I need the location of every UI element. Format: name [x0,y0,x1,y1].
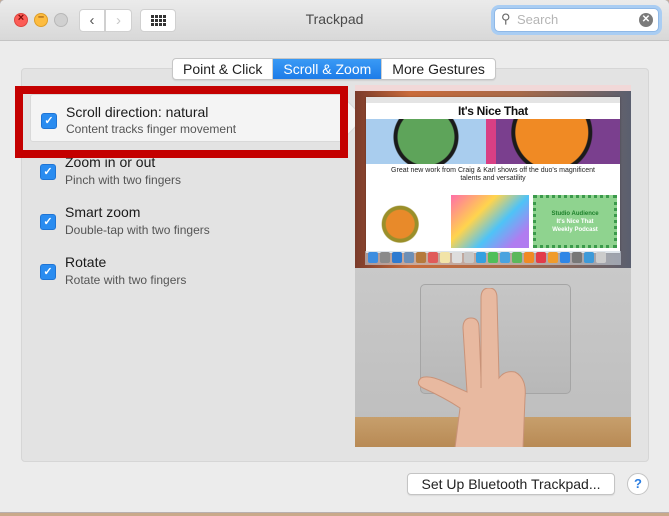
search-input[interactable] [517,11,627,28]
preview-thumb-podcast: Studio Audience It's Nice That Weekly Po… [533,195,617,248]
tab-bar: Point & Click Scroll & Zoom More Gesture… [172,58,496,80]
preview-thumb-paint [451,195,529,248]
preview-thumb-flower [369,195,447,248]
option-description: Pinch with two fingers [65,173,182,187]
title-bar: × – ‹ › Trackpad ⚲ ✕ [0,0,669,41]
clear-search-icon[interactable]: ✕ [639,13,653,27]
hand-two-fingers-icon [417,288,526,447]
search-field[interactable]: ⚲ ✕ [494,8,659,32]
preview-site-title: It's Nice That [457,104,528,118]
option-description: Rotate with two fingers [65,273,187,287]
option-scroll-direction[interactable]: ✓ Scroll direction: natural Content trac… [30,94,365,142]
option-label: Zoom in or out [65,154,156,170]
option-description: Double-tap with two fingers [65,223,210,237]
trackpad-preferences-window: × – ‹ › Trackpad ⚲ ✕ Point & Click Scrol… [0,0,669,512]
option-label: Scroll direction: natural [66,104,209,120]
checkbox-rotate[interactable]: ✓ [40,264,56,280]
option-label: Smart zoom [65,204,141,220]
option-label: Rotate [65,254,107,270]
preview-headline: Great new work from Craig & Karl shows o… [391,167,595,182]
checkbox-smart-zoom[interactable]: ✓ [40,214,56,230]
tab-scroll-and-zoom[interactable]: Scroll & Zoom [273,59,383,79]
checkbox-zoom-in-or-out[interactable]: ✓ [40,164,56,180]
trackpad-demo [355,268,631,447]
gesture-preview-video: It's Nice That Great new work from Craig… [355,85,631,447]
setup-bluetooth-trackpad-button[interactable]: Set Up Bluetooth Trackpad... [407,473,615,495]
search-icon: ⚲ [501,11,511,26]
tab-more-gestures[interactable]: More Gestures [382,59,495,79]
help-button[interactable]: ? [627,473,649,495]
preview-dock [365,251,621,265]
option-zoom-in-or-out[interactable]: ✓ Zoom in or out Pinch with two fingers [30,150,340,196]
option-description: Content tracks finger movement [66,122,237,136]
option-smart-zoom[interactable]: ✓ Smart zoom Double-tap with two fingers [30,200,340,246]
preview-browser: It's Nice That Great new work from Craig… [366,97,620,253]
tab-point-and-click[interactable]: Point & Click [173,59,274,79]
preview-screen: It's Nice That Great new work from Craig… [355,85,631,268]
checkbox-scroll-direction[interactable]: ✓ [41,113,57,129]
option-rotate[interactable]: ✓ Rotate Rotate with two fingers [30,250,340,296]
preview-hero-image [366,119,620,164]
